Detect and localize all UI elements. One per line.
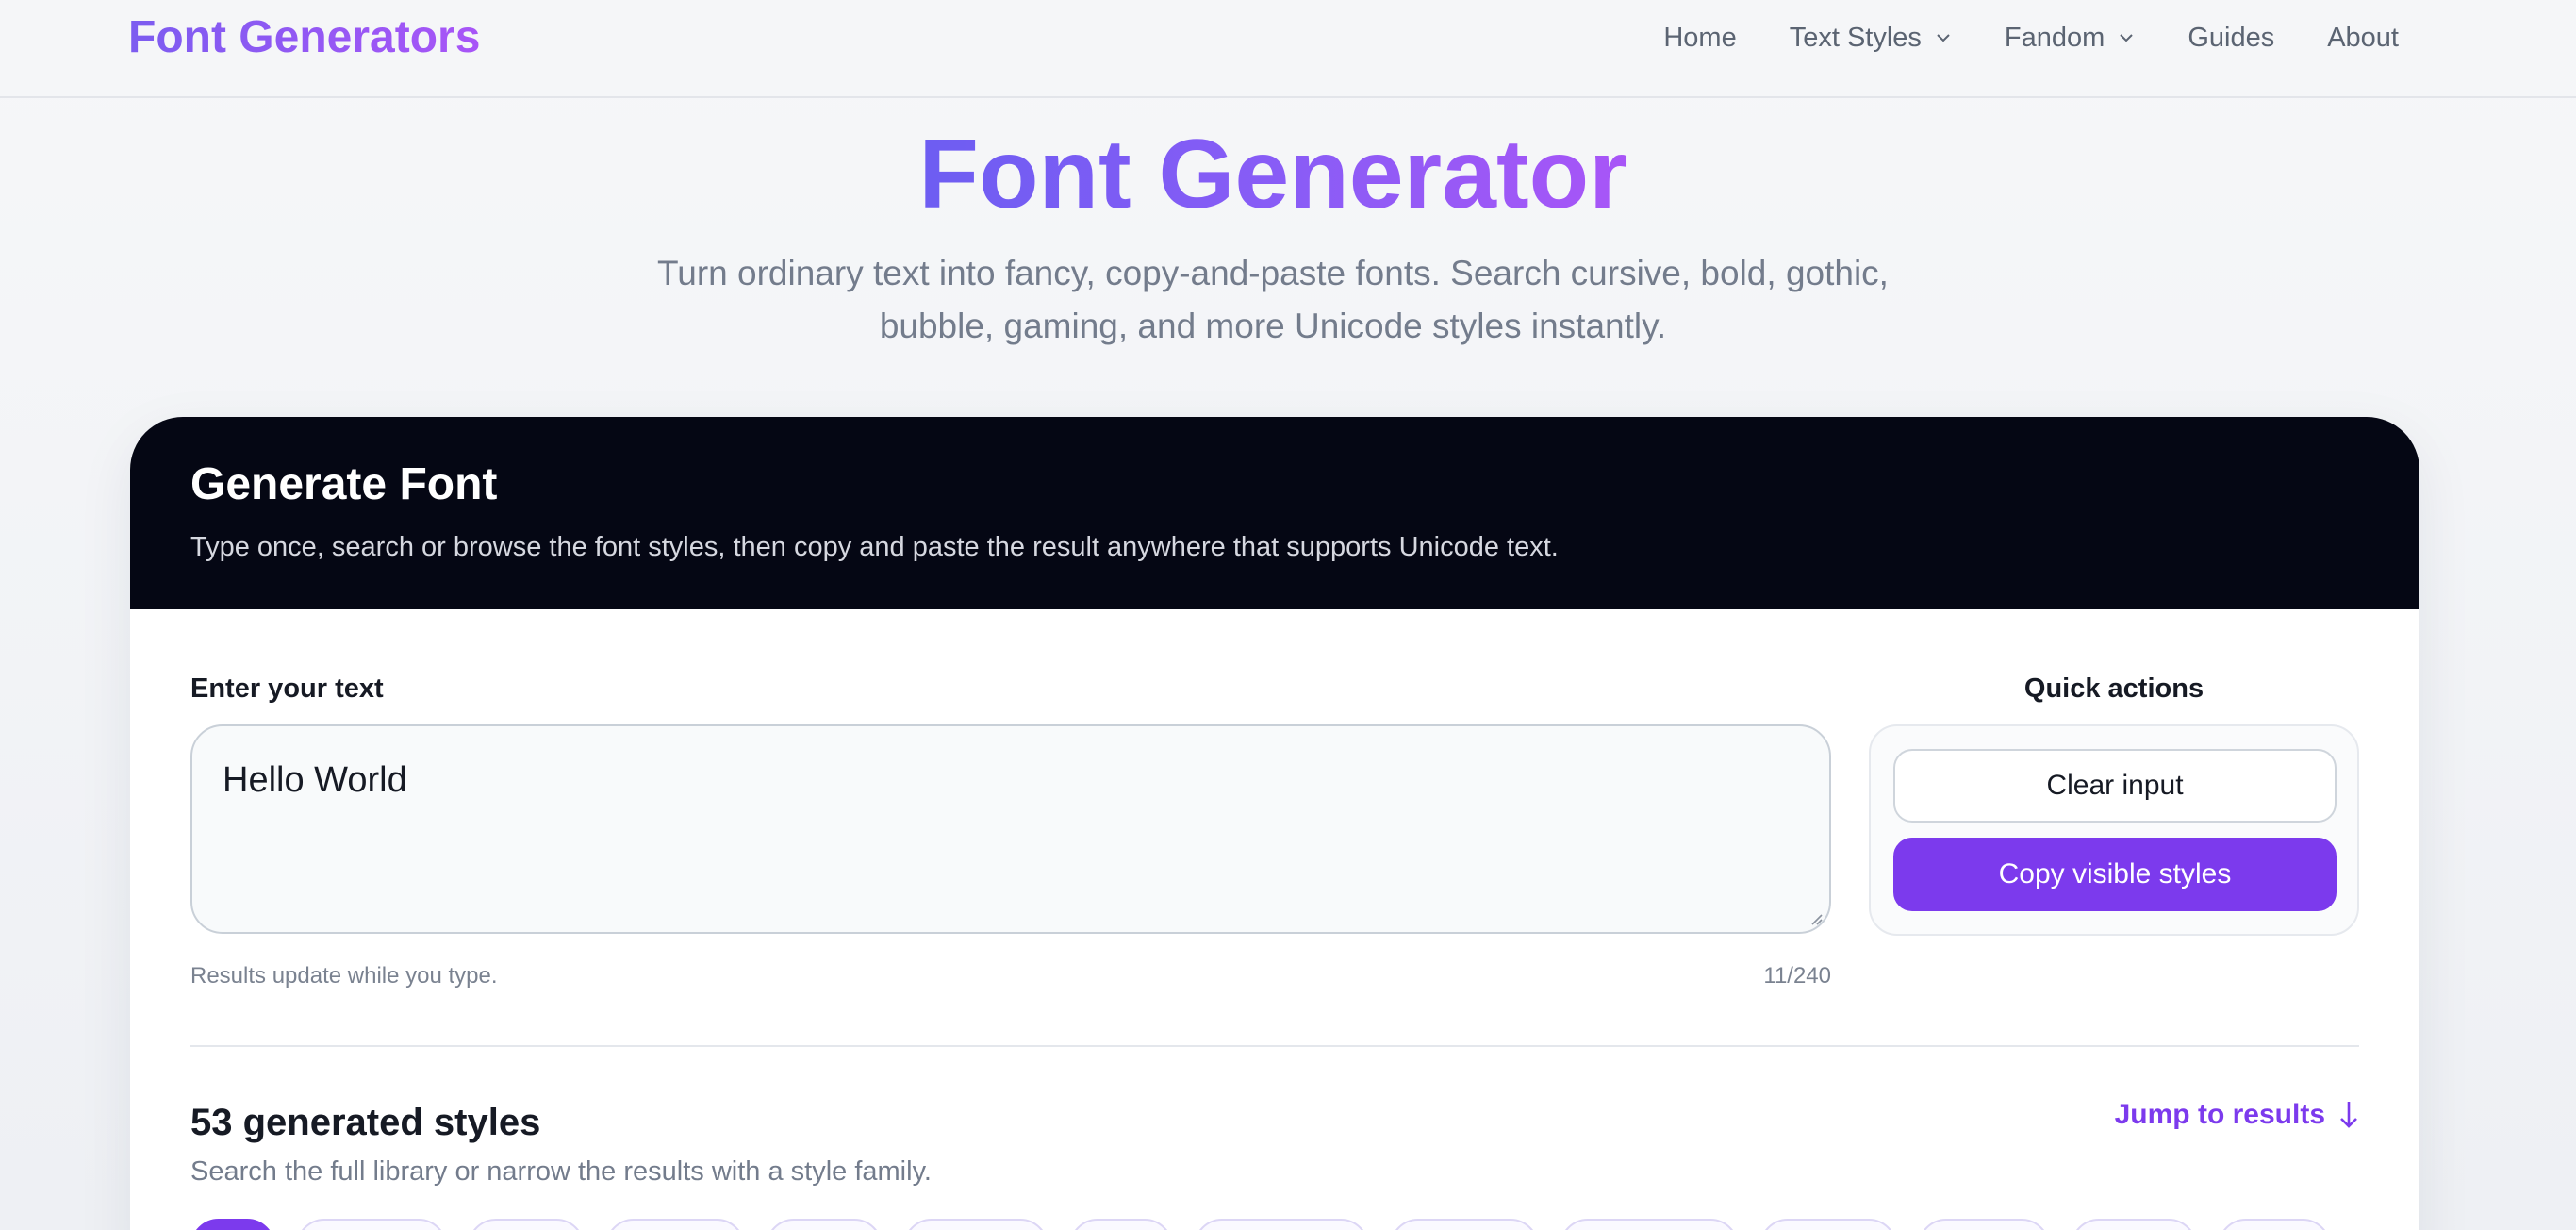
nav-item-label: Fandom [2004,23,2105,53]
resize-grip-icon[interactable] [1807,909,1824,926]
filter-chip[interactable] [903,1219,1049,1230]
filter-chip[interactable] [766,1219,883,1230]
nav-item-text-styles[interactable]: Text Styles [1790,19,1952,57]
nav-item-label: Text Styles [1789,23,1922,53]
filter-chip[interactable] [1560,1219,1739,1230]
filter-chip[interactable] [468,1219,585,1230]
text-input[interactable]: Hello World [190,724,1831,934]
main-nav: Home Text Styles Fandom Guides About [1663,19,2399,57]
jump-to-results-label: Jump to results [2114,1099,2325,1130]
text-input-value: Hello World [223,760,407,800]
nav-item-fandom[interactable]: Fandom [2005,19,2135,57]
character-counter: 11/240 [1763,963,1831,989]
filter-chip[interactable] [190,1219,275,1230]
quick-actions-label: Quick actions [2023,673,2204,704]
section-divider [190,1045,2359,1047]
clear-input-button[interactable]: Clear input [1893,749,2337,823]
generator-card-description: Type once, search or browse the font sty… [190,532,1559,562]
styles-description: Search the full library or narrow the re… [190,1156,932,1187]
chevron-down-icon [1937,34,1950,42]
nav-item-label: Guides [2188,23,2275,53]
filter-chip[interactable] [1759,1219,1897,1230]
page-title: Font Generator [0,113,2546,236]
filter-chip[interactable] [2071,1219,2197,1230]
nav-item-about[interactable]: About [2327,19,2399,57]
jump-to-results-link[interactable]: Jump to results [2054,1089,2359,1141]
generator-card-header: Generate Font Type once, search or brows… [130,417,2419,609]
nav-item-guides[interactable]: Guides [2188,19,2274,57]
filter-chip[interactable] [1069,1219,1173,1230]
filter-chip[interactable] [1390,1219,1539,1230]
page-subtitle: Turn ordinary text into fancy, copy-and-… [657,254,1889,345]
filter-chip[interactable] [296,1219,447,1230]
nav-item-label: Home [1663,23,1737,53]
generator-card: Generate Font Type once, search or brows… [130,417,2419,1230]
top-navigation-bar: Font Generators Home Text Styles Fandom … [0,0,2576,98]
nav-item-label: About [2327,23,2399,53]
copy-visible-styles-button[interactable]: Copy visible styles [1893,838,2337,911]
styles-count-heading: 53 generated styles [190,1102,541,1143]
text-input-label: Enter your text [190,673,384,704]
nav-item-home[interactable]: Home [1663,19,1736,57]
brand-logo[interactable]: Font Generators [128,9,480,66]
quick-actions-panel: Clear input Copy visible styles [1869,724,2359,936]
style-family-filters [190,1219,2331,1230]
input-helper-text: Results update while you type. [190,963,498,989]
page-title-text: Font Generator [918,120,1627,229]
filter-chip[interactable] [605,1219,745,1230]
filter-chip[interactable] [1194,1219,1369,1230]
filter-chip[interactable] [2218,1219,2331,1230]
filter-chip[interactable] [1918,1219,2050,1230]
arrow-down-icon [2340,1102,2357,1128]
generator-card-title: Generate Font [190,459,498,509]
chevron-down-icon [2120,34,2134,42]
